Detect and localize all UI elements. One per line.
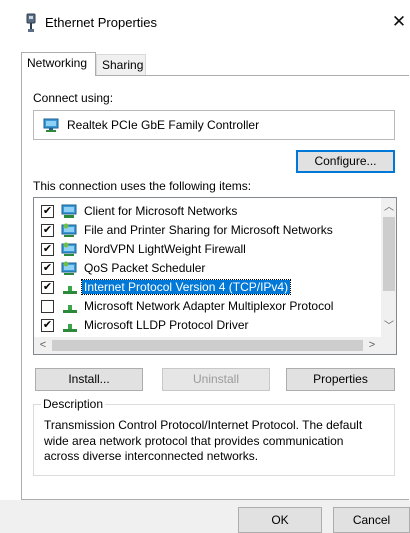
protocol-icon [63, 324, 77, 332]
horizontal-scrollbar[interactable]: < > [34, 337, 381, 354]
close-button[interactable]: ✕ [388, 10, 410, 34]
list-item[interactable]: ✔ Internet Protocol Version 4 (TCP/IPv4) [34, 278, 380, 297]
tab-networking[interactable]: Networking [21, 52, 96, 76]
tab-sharing[interactable]: Sharing [96, 54, 146, 75]
check-icon: ✔ [42, 319, 53, 331]
vertical-scrollbar[interactable]: ︿ ﹀ [381, 198, 396, 337]
network-client-icon [61, 204, 77, 218]
scroll-right-icon[interactable]: > [364, 337, 380, 354]
item-label: QoS Packet Scheduler [84, 261, 206, 275]
check-icon: ✔ [42, 243, 53, 255]
item-checkbox[interactable]: ✔ [41, 319, 54, 332]
item-label: NordVPN LightWeight Firewall [84, 242, 246, 256]
connect-using-label: Connect using: [33, 91, 114, 105]
window-title: Ethernet Properties [45, 15, 158, 30]
ethernet-icon [26, 13, 36, 32]
item-checkbox[interactable]: ✔ [41, 243, 54, 256]
protocol-icon [63, 286, 77, 294]
title-bar: Ethernet Properties ✕ [0, 0, 410, 44]
item-checkbox[interactable]: ✔ [41, 262, 54, 275]
description-text: Transmission Control Protocol/Internet P… [44, 418, 389, 465]
uninstall-button[interactable]: Uninstall [162, 368, 270, 391]
components-list[interactable]: ✔ Client for Microsoft Networks ✔ File a… [33, 197, 397, 355]
ok-button[interactable]: OK [238, 507, 322, 533]
description-line: Transmission Control Protocol/Internet P… [44, 418, 363, 432]
cancel-button[interactable]: Cancel [333, 507, 410, 533]
configure-button[interactable]: Configure... [296, 150, 395, 173]
network-adapter-icon [43, 118, 59, 132]
network-service-icon [61, 242, 77, 256]
check-icon: ✔ [42, 205, 53, 217]
protocol-icon [63, 305, 77, 313]
network-service-icon [61, 261, 77, 275]
vertical-scroll-thumb[interactable] [383, 217, 395, 291]
check-icon: ✔ [42, 281, 53, 293]
scroll-up-icon[interactable]: ︿ [381, 200, 396, 216]
description-line: wide area network protocol that provides… [44, 433, 344, 448]
properties-button[interactable]: Properties [286, 368, 395, 391]
item-label: Internet Protocol Version 4 (TCP/IPv4) [80, 279, 292, 295]
description-legend: Description [41, 397, 106, 411]
tab-sharing-label: Sharing [102, 58, 144, 72]
tab-networking-label: Networking [27, 56, 88, 70]
scroll-left-icon[interactable]: < [35, 337, 51, 354]
network-service-icon [61, 223, 77, 237]
check-icon: ✔ [42, 224, 53, 236]
item-label: Microsoft Network Adapter Multiplexor Pr… [84, 299, 334, 313]
item-checkbox[interactable]: ✔ [41, 281, 54, 294]
item-checkbox[interactable]: ✔ [41, 224, 54, 237]
scrollbar-corner [381, 337, 396, 354]
list-item[interactable]: ✔ NordVPN LightWeight Firewall [34, 240, 380, 259]
item-checkbox[interactable] [41, 300, 54, 313]
adapter-field: Realtek PCIe GbE Family Controller [33, 110, 395, 140]
item-label: Client for Microsoft Networks [84, 204, 238, 218]
horizontal-scroll-thumb[interactable] [52, 340, 363, 351]
close-icon: ✕ [391, 12, 407, 31]
list-item[interactable]: ✔ Microsoft LLDP Protocol Driver [34, 316, 380, 335]
item-checkbox[interactable]: ✔ [41, 205, 54, 218]
description-line: across diverse interconnected networks. [44, 449, 259, 463]
check-icon: ✔ [42, 262, 53, 274]
item-label: File and Printer Sharing for Microsoft N… [84, 223, 333, 237]
list-item[interactable]: ✔ QoS Packet Scheduler [34, 259, 380, 278]
item-label: Microsoft LLDP Protocol Driver [84, 318, 249, 332]
items-label: This connection uses the following items… [33, 179, 252, 193]
list-item[interactable]: Microsoft Network Adapter Multiplexor Pr… [34, 297, 380, 316]
list-item[interactable]: ✔ File and Printer Sharing for Microsoft… [34, 221, 380, 240]
scroll-down-icon[interactable]: ﹀ [381, 319, 396, 335]
adapter-name: Realtek PCIe GbE Family Controller [67, 118, 260, 132]
list-item[interactable]: ✔ Client for Microsoft Networks [34, 202, 380, 221]
install-button[interactable]: Install... [35, 368, 143, 391]
